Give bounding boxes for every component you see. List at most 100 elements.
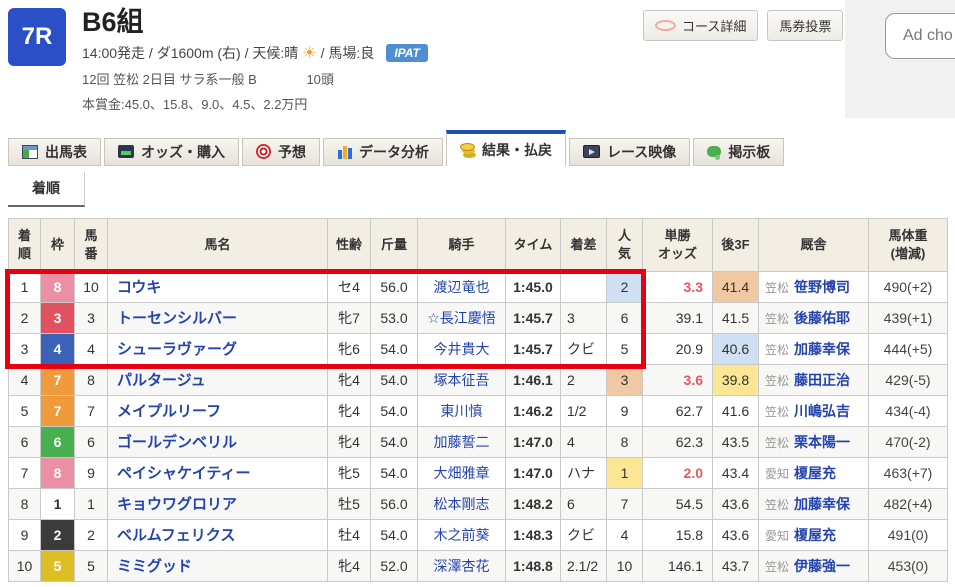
race-meeting-line: 12回 笠松 2日目 サラ系一般 B 10頭 (82, 69, 428, 88)
jockey-link[interactable]: 深澤杏花 (418, 550, 506, 581)
horse-name-link[interactable]: シューラヴァーグ (108, 333, 328, 364)
horse-number-cell: 9 (75, 457, 108, 488)
jockey-link[interactable]: 加藤誓二 (418, 426, 506, 457)
head-count: 10頭 (306, 72, 333, 87)
trainer-link[interactable]: 榎屋充 (794, 527, 836, 543)
sex-age-cell: 牝7 (328, 302, 371, 333)
stable-region: 笠松 (765, 281, 789, 295)
horse-number-cell: 7 (75, 395, 108, 426)
carried-weight-cell: 56.0 (371, 271, 418, 302)
frame-cell: 2 (41, 519, 75, 550)
column-header: 性齢 (328, 218, 371, 271)
result-row: 666ゴールデンベリル牝454.0加藤誓二1:47.04862.343.5笠松栗… (9, 426, 948, 457)
horse-name-link[interactable]: ベルムフェリクス (108, 519, 328, 550)
trainer-link[interactable]: 加藤幸保 (794, 341, 850, 357)
margin-cell: 2 (561, 364, 607, 395)
tab-bbs[interactable]: 掲示板 (693, 138, 784, 166)
rank-cell: 8 (9, 488, 41, 519)
horse-number-cell: 5 (75, 550, 108, 581)
results-table: 着順枠馬番馬名性齢斤量騎手タイム着差人気単勝オッズ後3F厩舎馬体重(増減) 18… (8, 218, 948, 582)
tab-odds[interactable]: オッズ・購入 (104, 138, 239, 166)
time-cell: 1:48.3 (506, 519, 561, 550)
result-row: 344シューラヴァーグ牝654.0今井貴大1:45.7クビ520.940.6笠松… (9, 333, 948, 364)
body-weight-cell: 434(-4) (869, 395, 948, 426)
jockey-link[interactable]: 今井貴大 (418, 333, 506, 364)
horse-name-link[interactable]: パルタージュ (108, 364, 328, 395)
horse-name-link[interactable]: コウキ (108, 271, 328, 302)
win-odds-cell: 62.7 (643, 395, 713, 426)
horse-name-link[interactable]: ペイシャケイティー (108, 457, 328, 488)
jockey-link[interactable]: 東川慎 (418, 395, 506, 426)
result-row: 233トーセンシルバー牝753.0☆長江慶悟1:45.73639.141.5笠松… (9, 302, 948, 333)
ipat-badge: IPAT (386, 44, 428, 62)
win-odds-cell: 54.5 (643, 488, 713, 519)
jockey-link[interactable]: 木之前葵 (418, 519, 506, 550)
margin-cell: ハナ (561, 457, 607, 488)
entry-table-icon (22, 145, 38, 159)
trainer-link[interactable]: 栗本陽一 (794, 434, 850, 450)
tab-data-chart[interactable]: データ分析 (323, 138, 443, 166)
body-weight-cell: 482(+4) (869, 488, 948, 519)
jockey-link[interactable]: 渡辺竜也 (418, 271, 506, 302)
trainer-link[interactable]: 笹野博司 (794, 279, 850, 295)
time-cell: 1:46.1 (506, 364, 561, 395)
ad-panel: Ad cho (845, 0, 955, 118)
win-odds-cell: 3.6 (643, 364, 713, 395)
result-row: 922ベルムフェリクス牡454.0木之前葵1:48.3クビ415.843.6愛知… (9, 519, 948, 550)
course-detail-button[interactable]: コース詳細 (643, 10, 758, 41)
horse-name-link[interactable]: メイプルリーフ (108, 395, 328, 426)
carried-weight-cell: 52.0 (371, 550, 418, 581)
jockey-link[interactable]: 大畑雅章 (418, 457, 506, 488)
horse-name-link[interactable]: ゴールデンベリル (108, 426, 328, 457)
horse-name-link[interactable]: キョウワグロリア (108, 488, 328, 519)
carried-weight-cell: 54.0 (371, 457, 418, 488)
time-cell: 1:45.7 (506, 302, 561, 333)
column-header: 馬番 (75, 218, 108, 271)
tab-race-video[interactable]: レース映像 (569, 138, 690, 166)
jockey-link[interactable]: 塚本征吾 (418, 364, 506, 395)
frame-cell: 8 (41, 271, 75, 302)
column-header: 単勝オッズ (643, 218, 713, 271)
body-weight-cell: 491(0) (869, 519, 948, 550)
win-odds-cell: 20.9 (643, 333, 713, 364)
meeting-text: 12回 笠松 2日目 サラ系一般 B (82, 72, 257, 87)
trainer-link[interactable]: 榎屋充 (794, 465, 836, 481)
sex-age-cell: 牡5 (328, 488, 371, 519)
tab-label: データ分析 (359, 142, 429, 162)
tab-chakujun[interactable]: 着順 (8, 172, 85, 207)
horse-name-link[interactable]: ミミグッド (108, 550, 328, 581)
trainer-link[interactable]: 藤田正治 (794, 372, 850, 388)
trainer-link[interactable]: 加藤幸保 (794, 496, 850, 512)
stable-cell: 笠松後藤佑耶 (759, 302, 869, 333)
horse-number-cell: 2 (75, 519, 108, 550)
ad-choices-button[interactable]: Ad cho (885, 13, 955, 59)
tab-prediction-target[interactable]: 予想 (242, 138, 320, 166)
popularity-cell: 10 (607, 550, 643, 581)
stable-region: 笠松 (765, 343, 789, 357)
time-cell: 1:47.0 (506, 457, 561, 488)
trainer-link[interactable]: 川嶋弘吉 (794, 403, 850, 419)
tab-entry-table[interactable]: 出馬表 (8, 138, 101, 166)
trainer-link[interactable]: 後藤佑耶 (794, 310, 850, 326)
result-row: 789ペイシャケイティー牝554.0大畑雅章1:47.0ハナ12.043.4愛知… (9, 457, 948, 488)
results-table-wrap: 着順枠馬番馬名性齢斤量騎手タイム着差人気単勝オッズ後3F厩舎馬体重(増減) 18… (8, 218, 947, 582)
body-weight-cell: 490(+2) (869, 271, 948, 302)
horse-name-link[interactable]: トーセンシルバー (108, 302, 328, 333)
body-weight-cell: 439(+1) (869, 302, 948, 333)
bet-vote-button[interactable]: 馬券投票 (767, 10, 843, 41)
rank-cell: 2 (9, 302, 41, 333)
frame-cell: 5 (41, 550, 75, 581)
jockey-link[interactable]: ☆長江慶悟 (418, 302, 506, 333)
tab-result-coins[interactable]: 結果・払戻 (446, 130, 566, 166)
jockey-link[interactable]: 松本剛志 (418, 488, 506, 519)
frame-cell: 7 (41, 364, 75, 395)
trainer-link[interactable]: 伊藤強一 (794, 558, 850, 574)
stable-region: 笠松 (765, 312, 789, 326)
race-conditions-line: 14:00発走 / ダ1600m (右) / 天候:晴 ☀ / 馬場:良 IPA… (82, 43, 428, 63)
margin-cell: クビ (561, 333, 607, 364)
time-cell: 1:46.2 (506, 395, 561, 426)
popularity-cell: 3 (607, 364, 643, 395)
tab-label: レース映像 (607, 142, 676, 162)
column-header: タイム (506, 218, 561, 271)
stable-region: 笠松 (765, 405, 789, 419)
